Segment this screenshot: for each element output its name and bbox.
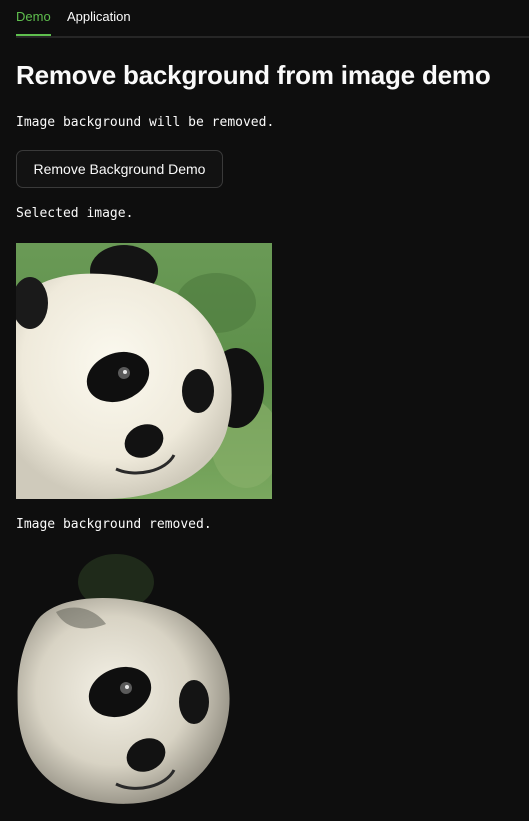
- removed-image-caption: Image background removed.: [16, 517, 212, 532]
- selected-image-caption: Selected image.: [16, 206, 134, 221]
- tab-application[interactable]: Application: [67, 9, 131, 24]
- page-title: Remove background from image demo: [16, 60, 491, 90]
- remove-background-button[interactable]: Remove Background Demo: [16, 150, 223, 188]
- removed-image: [16, 552, 272, 812]
- panda-cutout-icon: [16, 552, 272, 812]
- intro-text: Image background will be removed.: [16, 115, 275, 130]
- selected-image: [16, 243, 272, 499]
- tab-demo[interactable]: Demo: [16, 9, 51, 24]
- active-tab-indicator: [16, 34, 51, 36]
- panda-photo-icon: [16, 243, 272, 499]
- tab-bar: Demo Application: [16, 0, 529, 38]
